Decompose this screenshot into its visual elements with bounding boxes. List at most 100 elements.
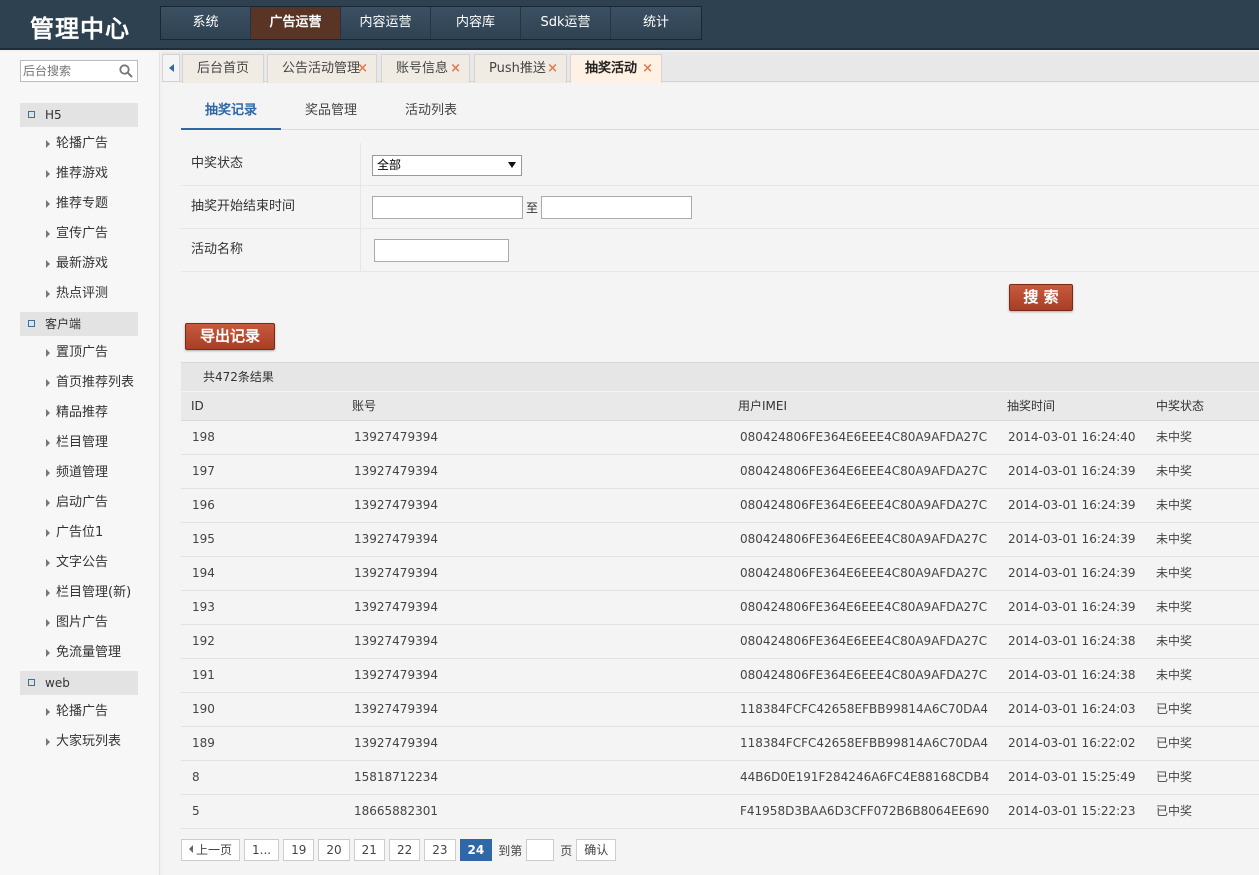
- menu-item-label: 大家玩列表: [56, 734, 122, 749]
- menu-item-label: 推荐专题: [56, 196, 109, 211]
- menu-item[interactable]: 启动广告: [20, 488, 138, 518]
- nav-item-statistics[interactable]: 统计: [611, 7, 701, 39]
- caret-right-icon: [46, 290, 50, 298]
- cell-account: 13927479394: [354, 702, 438, 716]
- col-header-imei: 用户IMEI: [738, 399, 788, 413]
- goto-page-input[interactable]: [526, 839, 555, 861]
- menu-item-label: 推荐游戏: [56, 166, 109, 181]
- menu-item[interactable]: 栏目管理: [20, 428, 138, 458]
- nav-item-content-library[interactable]: 内容库: [431, 7, 521, 39]
- menu-item[interactable]: 热点评测: [20, 279, 138, 309]
- tab-push[interactable]: Push推送 ×: [474, 54, 567, 83]
- cell-imei: 080424806FE364E6EEE4C80A9AFDA27C: [740, 532, 988, 546]
- close-icon[interactable]: ×: [547, 55, 558, 83]
- page-button[interactable]: 1...: [244, 839, 280, 861]
- activity-name-label: 活动名称: [181, 229, 361, 271]
- menu-item[interactable]: 推荐专题: [20, 189, 138, 219]
- page-button[interactable]: 21: [353, 839, 385, 861]
- export-records-button[interactable]: 导出记录: [185, 323, 275, 350]
- prev-page-button[interactable]: 上一页: [181, 839, 241, 861]
- menu-group-label: 客户端: [45, 317, 82, 331]
- cell-status: 未中奖: [1156, 634, 1193, 648]
- close-icon[interactable]: ×: [642, 55, 653, 83]
- tab-home[interactable]: 后台首页: [182, 54, 264, 83]
- tab-lottery[interactable]: 抽奖活动 ×: [570, 54, 662, 83]
- menu-group-web[interactable]: web: [20, 671, 138, 695]
- menu-item[interactable]: 广告位1: [20, 518, 138, 548]
- square-icon: [28, 679, 35, 686]
- menu-item[interactable]: 最新游戏: [20, 249, 138, 279]
- status-select[interactable]: 全部: [372, 155, 522, 176]
- menu-item[interactable]: 置顶广告: [20, 338, 138, 368]
- square-icon: [28, 320, 35, 327]
- tabs-scroll-left-button[interactable]: [162, 54, 180, 82]
- tab-account-info[interactable]: 账号信息 ×: [381, 54, 470, 83]
- menu-item[interactable]: 首页推荐列表: [20, 368, 138, 398]
- page-button[interactable]: 23: [424, 839, 456, 861]
- current-page-button[interactable]: 24: [459, 839, 493, 861]
- caret-right-icon: [46, 559, 50, 567]
- menu-item[interactable]: 轮播广告: [20, 129, 138, 159]
- subtab-activity-list[interactable]: 活动列表: [381, 97, 481, 130]
- activity-name-input[interactable]: [374, 239, 509, 262]
- tab-announcement[interactable]: 公告活动管理 ×: [267, 54, 377, 83]
- menu-item[interactable]: 频道管理: [20, 458, 138, 488]
- caret-right-icon: [46, 738, 50, 746]
- cell-status: 已中奖: [1156, 702, 1193, 716]
- menu-item[interactable]: 轮播广告: [20, 697, 138, 727]
- menu-item[interactable]: 精品推荐: [20, 398, 138, 428]
- search-icon[interactable]: [119, 64, 133, 78]
- menu-item[interactable]: 图片广告: [20, 608, 138, 638]
- table-row: 196 13927479394 080424806FE364E6EEE4C80A9A…: [181, 489, 1259, 523]
- result-count: 共472条结果: [181, 362, 1259, 391]
- sidebar-search-input[interactable]: [21, 61, 113, 81]
- tab-label: 抽奖活动: [585, 61, 638, 76]
- caret-right-icon: [46, 200, 50, 208]
- page-button[interactable]: 22: [388, 839, 421, 861]
- nav-item-sdk-operation[interactable]: Sdk运营: [521, 7, 611, 39]
- cell-id: 196: [192, 498, 215, 512]
- menu-group-client[interactable]: 客户端: [20, 312, 138, 336]
- cell-status: 未中奖: [1156, 464, 1193, 478]
- cell-time: 2014-03-01 16:24:40: [1008, 430, 1136, 444]
- sidebar: H5 轮播广告 推荐游戏 推荐专题 宣传广告 最新游戏 热点评测 客户端 置顶广…: [0, 52, 160, 875]
- search-button[interactable]: 搜 索: [1009, 284, 1073, 311]
- menu-item-label: 置顶广告: [56, 345, 109, 360]
- cell-id: 189: [192, 736, 215, 750]
- close-icon[interactable]: ×: [450, 55, 461, 83]
- cell-id: 194: [192, 566, 215, 580]
- cell-imei: 080424806FE364E6EEE4C80A9AFDA27C: [740, 464, 988, 478]
- start-time-input[interactable]: [372, 196, 523, 219]
- page-button[interactable]: 19: [283, 839, 315, 861]
- end-time-input[interactable]: [541, 196, 692, 219]
- cell-id: 5: [192, 804, 200, 818]
- cell-imei: 080424806FE364E6EEE4C80A9AFDA27C: [740, 634, 988, 648]
- table-row: 190 13927479394 118384FCFC42658EFBB99814A6…: [181, 693, 1259, 727]
- nav-item-system[interactable]: 系统: [161, 7, 251, 39]
- goto-prefix: 到第: [498, 843, 523, 858]
- col-header-id: ID: [191, 399, 204, 413]
- cell-id: 192: [192, 634, 215, 648]
- subtab-prize-management[interactable]: 奖品管理: [281, 97, 381, 130]
- tab-label: 公告活动管理: [282, 61, 361, 76]
- cell-id: 8: [192, 770, 200, 784]
- goto-confirm-button[interactable]: 确认: [576, 839, 617, 861]
- menu-item[interactable]: 推荐游戏: [20, 159, 138, 189]
- goto-suffix: 页: [560, 843, 573, 858]
- menu-item[interactable]: 宣传广告: [20, 219, 138, 249]
- menu-item[interactable]: 文字公告: [20, 548, 138, 578]
- nav-item-content-operation[interactable]: 内容运营: [341, 7, 431, 39]
- cell-id: 198: [192, 430, 215, 444]
- cell-time: 2014-03-01 16:24:39: [1008, 600, 1136, 614]
- page-button[interactable]: 20: [318, 839, 350, 861]
- close-icon[interactable]: ×: [357, 55, 368, 83]
- menu-group-h5[interactable]: H5: [20, 103, 138, 127]
- menu-item[interactable]: 栏目管理(新): [20, 578, 138, 608]
- caret-right-icon: [46, 379, 50, 387]
- nav-item-ad-operation[interactable]: 广告运营: [251, 7, 341, 39]
- menu-item[interactable]: 免流量管理: [20, 638, 138, 668]
- subtab-lottery-records[interactable]: 抽奖记录: [181, 97, 281, 130]
- menu-item[interactable]: 大家玩列表: [20, 727, 138, 757]
- caret-right-icon: [46, 439, 50, 447]
- menu-item-label: 栏目管理: [56, 435, 109, 450]
